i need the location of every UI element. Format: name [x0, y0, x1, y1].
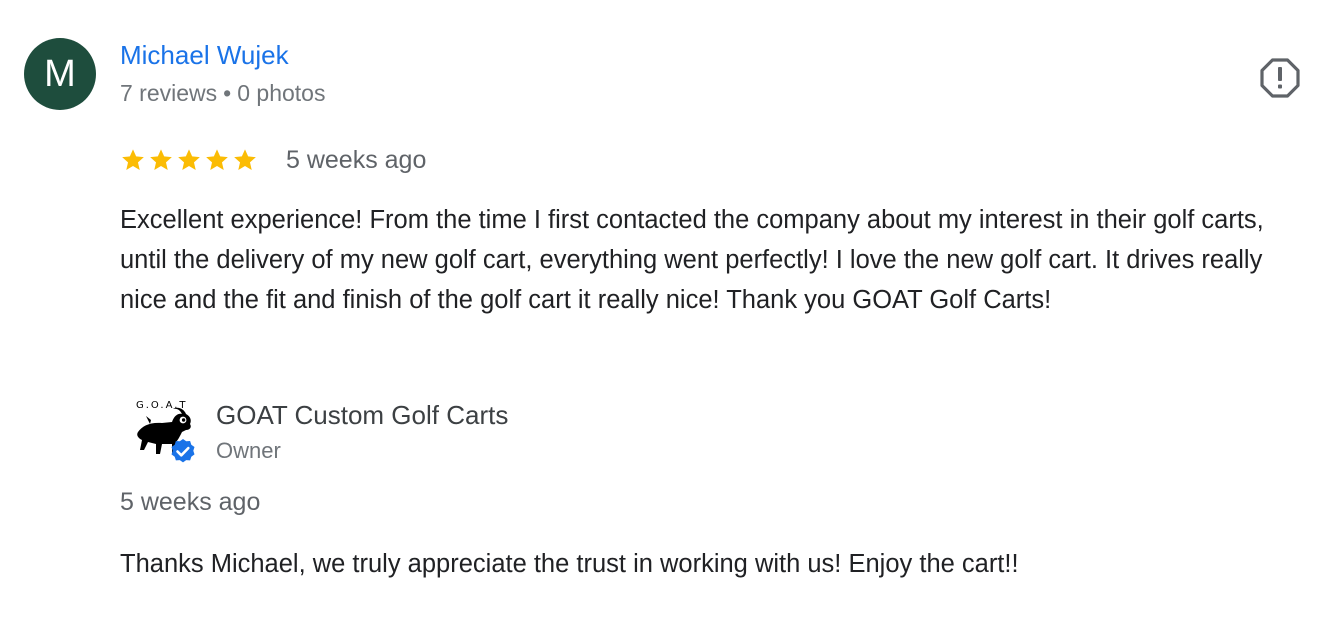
- reviewer-meta: 7 reviews • 0 photos: [120, 80, 325, 107]
- report-review-button[interactable]: [1258, 56, 1302, 100]
- reviewer-avatar[interactable]: M: [24, 38, 96, 110]
- star-icon: [234, 149, 256, 170]
- meta-separator: •: [223, 80, 232, 106]
- reviewer-name-link[interactable]: Michael Wujek: [120, 40, 289, 71]
- owner-role: Owner: [216, 438, 281, 463]
- reviews-count: 7 reviews: [120, 80, 218, 106]
- response-date: 5 weeks ago: [120, 488, 261, 516]
- star-rating: [120, 147, 258, 173]
- star-icon: [206, 149, 228, 170]
- rating-row: 5 weeks ago: [120, 142, 426, 178]
- review-date: 5 weeks ago: [286, 145, 427, 174]
- star-icon: [122, 149, 144, 170]
- goat-logo-icon: G.O.A.T: [136, 400, 195, 463]
- report-flag-icon: [1260, 58, 1300, 98]
- review-text: Excellent experience! From the time I fi…: [120, 206, 1264, 314]
- star-icon: [150, 149, 172, 170]
- owner-avatar[interactable]: G.O.A.T: [132, 396, 200, 468]
- star-icon: [178, 149, 200, 170]
- photos-count: 0 photos: [237, 80, 326, 106]
- owner-business-name: GOAT Custom Golf Carts: [216, 400, 509, 430]
- owner-response-text: Thanks Michael, we truly appreciate the …: [120, 550, 1019, 578]
